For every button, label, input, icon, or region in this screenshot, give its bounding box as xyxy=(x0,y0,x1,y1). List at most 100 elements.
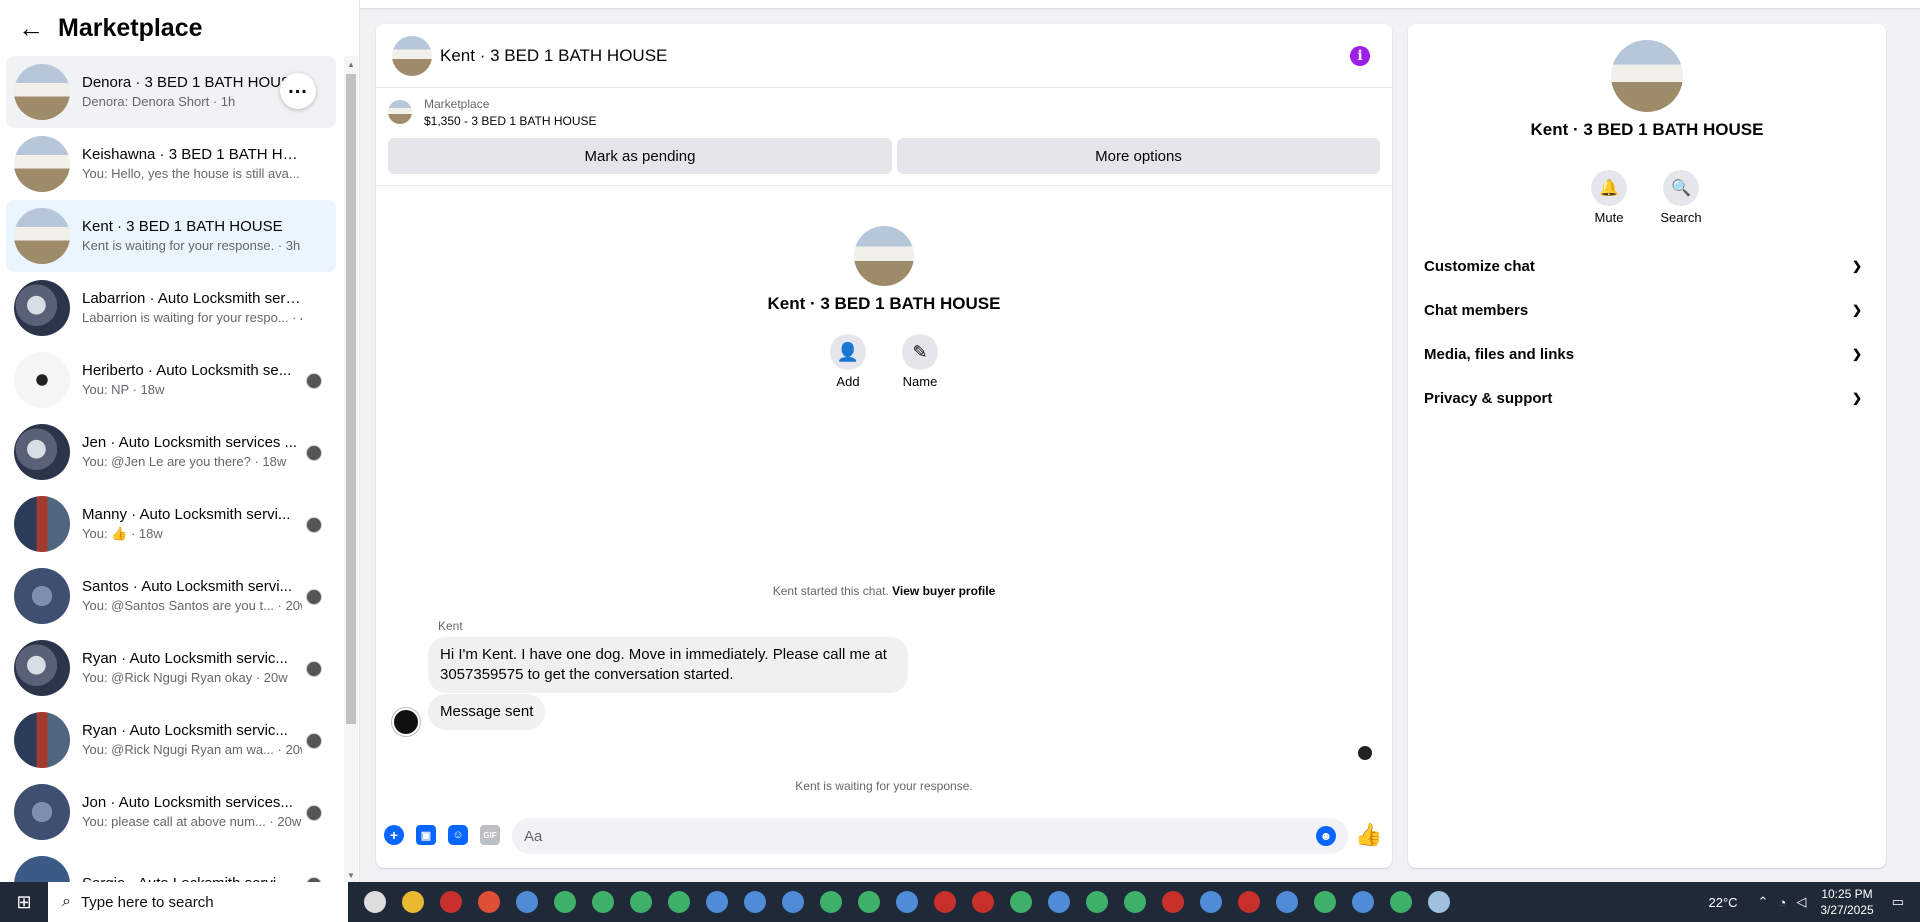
thumbs-up-icon[interactable]: 👍 xyxy=(1355,822,1382,848)
conversation-preview: You: please call at above num... · 20w xyxy=(82,814,302,829)
search-button[interactable]: 🔍 xyxy=(1663,170,1699,206)
mute-button[interactable]: 🔔 xyxy=(1591,170,1627,206)
taskbar-app-icon[interactable] xyxy=(1230,882,1268,922)
intro-title: Kent · 3 BED 1 BATH HOUSE xyxy=(767,294,1001,313)
participant-avatar-icon xyxy=(306,589,322,605)
view-buyer-profile-link[interactable]: View buyer profile xyxy=(892,584,995,598)
conversation-item[interactable]: Jon · Auto Locksmith services... You: ple… xyxy=(6,776,336,848)
conversation-item[interactable]: Jen · Auto Locksmith services ... You: @J… xyxy=(6,416,336,488)
taskbar-app-icon[interactable] xyxy=(1382,882,1420,922)
taskbar-app-icon[interactable] xyxy=(812,882,850,922)
conversation-item[interactable]: Ryan · Auto Locksmith servic... You: @Ric… xyxy=(6,632,336,704)
taskbar-app-icon[interactable] xyxy=(926,882,964,922)
taskbar-app-icon[interactable] xyxy=(546,882,584,922)
wifi-icon[interactable]: ◔ xyxy=(1778,895,1786,910)
conversation-item[interactable]: Heriberto · Auto Locksmith se... You: NP … xyxy=(6,344,336,416)
chat-header: Kent · 3 BED 1 BATH HOUSE i xyxy=(376,24,1392,88)
sidebar-scrollbar[interactable]: ▲ ▼ xyxy=(344,56,358,882)
taskbar-app-icon[interactable] xyxy=(660,882,698,922)
conversation-preview: You: @Rick Ngugi Ryan am wa... · 20w xyxy=(82,742,302,757)
conversation-item[interactable]: Manny · Auto Locksmith servi... You: 👍 · … xyxy=(6,488,336,560)
conversation-item[interactable]: Denora · 3 BED 1 BATH HOUSE Denora: Denor… xyxy=(6,56,336,128)
chat-members-section[interactable]: Chat members ❯ xyxy=(1416,288,1878,332)
chat-avatar[interactable] xyxy=(392,35,432,76)
mark-as-pending-button[interactable]: Mark as pending xyxy=(388,138,892,174)
privacy-support-section[interactable]: Privacy & support ❯ xyxy=(1416,376,1878,420)
taskbar-app-icon[interactable] xyxy=(1040,882,1078,922)
taskbar-app-icon[interactable] xyxy=(888,882,926,922)
more-options-button[interactable]: More options xyxy=(897,138,1380,174)
taskbar-app-icon[interactable] xyxy=(1420,882,1458,922)
taskbar-app-icon[interactable] xyxy=(1002,882,1040,922)
taskbar-app-icon[interactable] xyxy=(964,882,1002,922)
conversation-sidebar: ← Marketplace Denora · 3 BED 1 BATH HOUS… xyxy=(0,0,360,882)
taskbar-app-icon[interactable] xyxy=(1268,882,1306,922)
conversation-item[interactable]: Santos · Auto Locksmith servi... You: @Sa… xyxy=(6,560,336,632)
plus-icon[interactable]: + xyxy=(384,825,404,845)
taskbar-app-icon[interactable] xyxy=(1116,882,1154,922)
message-bubble[interactable]: Hi I'm Kent. I have one dog. Move in imm… xyxy=(428,637,908,693)
more-options-icon[interactable]: ... xyxy=(280,73,316,109)
taskbar-app-icon[interactable] xyxy=(356,882,394,922)
conversation-item[interactable]: Labarrion · Auto Locksmith serv... Labarr… xyxy=(6,272,336,344)
add-person-button[interactable]: 👤 xyxy=(830,334,866,370)
volume-icon[interactable]: ◁ xyxy=(1796,894,1806,910)
pencil-icon: ✎ xyxy=(912,341,928,362)
message-input[interactable] xyxy=(512,818,1348,854)
scrollbar-thumb[interactable] xyxy=(346,74,356,724)
conversation-item[interactable]: Kent · 3 BED 1 BATH HOUSE Kent is waiting… xyxy=(6,200,336,272)
media-files-links-section[interactable]: Media, files and links ❯ xyxy=(1416,332,1878,376)
sidebar-header: ← Marketplace xyxy=(0,0,359,56)
image-icon[interactable]: ▣ xyxy=(416,825,436,845)
conversation-name: Sergio · Auto Locksmith servi... xyxy=(82,874,302,882)
conversation-item[interactable]: Sergio · Auto Locksmith servi... xyxy=(6,848,336,882)
notification-icon[interactable]: ▭ xyxy=(1892,894,1904,910)
conversation-text: Labarrion · Auto Locksmith serv... Labarr… xyxy=(82,289,302,327)
chevron-up-icon[interactable]: ⌃ xyxy=(1758,894,1769,910)
edit-name-button[interactable]: ✎ xyxy=(902,334,938,370)
taskbar-app-icon[interactable] xyxy=(470,882,508,922)
taskbar-search[interactable]: ⌕ Type here to search xyxy=(48,882,348,922)
sender-avatar[interactable] xyxy=(392,708,420,736)
message-bubble[interactable]: Message sent xyxy=(428,694,546,730)
info-icon[interactable]: i xyxy=(1350,46,1370,66)
participant-avatar-icon xyxy=(306,445,322,461)
taskbar-app-icon[interactable] xyxy=(508,882,546,922)
taskbar-app-icon[interactable] xyxy=(1078,882,1116,922)
taskbar-app-icon[interactable] xyxy=(1344,882,1382,922)
conversation-preview: You: Hello, yes the house is still ava..… xyxy=(82,166,302,181)
conversation-name: Santos · Auto Locksmith servi... xyxy=(82,578,293,595)
chevron-down-icon: ❯ xyxy=(1851,303,1862,317)
taskbar-app-icon[interactable] xyxy=(698,882,736,922)
listing-price[interactable]: $1,350 - 3 BED 1 BATH HOUSE xyxy=(424,114,597,128)
taskbar-app-icon[interactable] xyxy=(1306,882,1344,922)
taskbar-app-icon[interactable] xyxy=(394,882,432,922)
weather-text[interactable]: 22°C xyxy=(1709,895,1738,910)
taskbar-app-icon[interactable] xyxy=(432,882,470,922)
customize-chat-section[interactable]: Customize chat ❯ xyxy=(1416,244,1878,288)
taskbar-app-icon[interactable] xyxy=(1192,882,1230,922)
conversation-text: Jon · Auto Locksmith services... You: ple… xyxy=(82,793,302,831)
sticker-icon[interactable]: ☺ xyxy=(448,825,468,845)
scroll-down-icon[interactable]: ▼ xyxy=(347,871,355,880)
info-avatar xyxy=(1611,40,1683,112)
scroll-up-icon[interactable]: ▲ xyxy=(347,60,355,69)
conversation-item[interactable]: Ryan · Auto Locksmith servic... You: @Ric… xyxy=(6,704,336,776)
taskbar-app-icon[interactable] xyxy=(584,882,622,922)
taskbar-app-icon[interactable] xyxy=(736,882,774,922)
app-icon xyxy=(1352,891,1374,913)
chat-title[interactable]: Kent · 3 BED 1 BATH HOUSE xyxy=(440,46,667,66)
windows-start-icon[interactable]: ⊞ xyxy=(0,882,48,922)
app-icon xyxy=(1048,891,1070,913)
emoji-icon[interactable]: ☻ xyxy=(1316,826,1336,846)
taskbar-app-icon[interactable] xyxy=(774,882,812,922)
listing-thumbnail[interactable] xyxy=(388,100,412,124)
taskbar-app-icon[interactable] xyxy=(622,882,660,922)
taskbar-app-icon[interactable] xyxy=(850,882,888,922)
clock[interactable]: 10:25 PM 3/27/2025 xyxy=(1820,886,1873,918)
taskbar-app-icon[interactable] xyxy=(1154,882,1192,922)
conversation-thumbnail xyxy=(14,712,70,768)
back-arrow-icon[interactable]: ← xyxy=(18,13,46,44)
gif-icon[interactable]: GIF xyxy=(480,825,500,845)
conversation-item[interactable]: Keishawna · 3 BED 1 BATH HOUSE You: Hello… xyxy=(6,128,336,200)
